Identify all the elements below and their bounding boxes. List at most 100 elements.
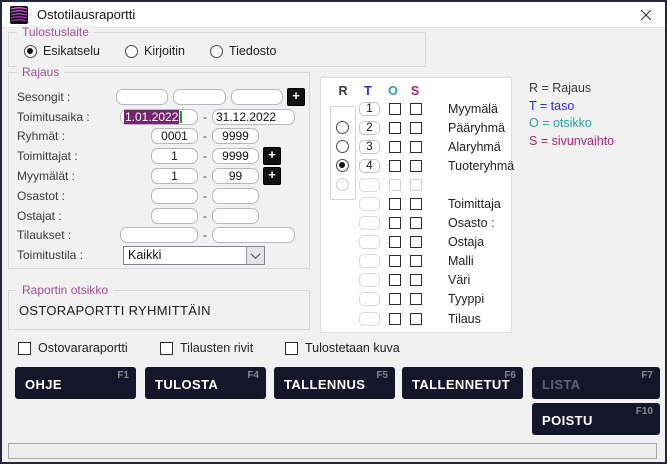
- taso-input[interactable]: [359, 254, 380, 268]
- taso-input[interactable]: [359, 273, 380, 287]
- help-button[interactable]: OHJE F1: [15, 367, 136, 399]
- otsikko-checkbox[interactable]: [389, 141, 401, 153]
- column-header-o: O: [386, 84, 400, 98]
- toimitustila-dropdown[interactable]: Kaikki: [123, 246, 265, 265]
- sivunvaihto-checkbox[interactable]: [410, 217, 422, 229]
- field-label: Toimittajat :: [17, 149, 113, 163]
- dropdown-button[interactable]: [246, 247, 264, 264]
- close-button[interactable]: [635, 5, 657, 25]
- ostotilausraportti-window: Ostotilausraportti Tulostuslaite Esikats…: [0, 0, 667, 464]
- saved-button[interactable]: TALLENNETUT F6: [402, 367, 523, 399]
- sesongit-plus-button[interactable]: +: [287, 88, 305, 106]
- checkbox-tulostetaan-kuva[interactable]: Tulostetaan kuva: [285, 341, 400, 355]
- ryhmat-from-input[interactable]: 0001: [151, 128, 198, 144]
- checkbox-tilausten-rivit[interactable]: Tilausten rivit: [160, 341, 253, 355]
- window-title: Ostotilausraportti: [37, 7, 135, 22]
- radio-option-esikatselu[interactable]: Esikatselu: [24, 44, 100, 58]
- otsikko-checkbox[interactable]: [389, 217, 401, 229]
- output-device-group: Tulostuslaite Esikatselu Kirjoitin Tiedo…: [8, 32, 426, 67]
- taso-input[interactable]: [359, 292, 380, 306]
- otsikko-checkbox[interactable]: [389, 255, 401, 267]
- range-dash: -: [198, 189, 212, 203]
- ostajat-from-input[interactable]: [151, 208, 198, 224]
- ryhmat-to-input[interactable]: 9999: [212, 128, 259, 144]
- taso-input[interactable]: 4: [359, 159, 380, 173]
- myymalat-from-input[interactable]: 1: [151, 168, 198, 184]
- radio-option-tiedosto[interactable]: Tiedosto: [210, 44, 276, 58]
- sivunvaihto-checkbox[interactable]: [410, 160, 422, 172]
- otsikko-checkbox[interactable]: [389, 236, 401, 248]
- sesonki-input-3[interactable]: [231, 89, 283, 105]
- sivunvaihto-checkbox[interactable]: [410, 293, 422, 305]
- field-label: Ostajat :: [17, 209, 113, 223]
- toimittajat-from-input[interactable]: 1: [151, 148, 198, 164]
- sivunvaihto-checkbox[interactable]: [410, 198, 422, 210]
- otsikko-checkbox[interactable]: [389, 313, 401, 325]
- taso-input[interactable]: 3: [359, 140, 380, 154]
- osastot-from-input[interactable]: [151, 188, 198, 204]
- radio-option-kirjoitin[interactable]: Kirjoitin: [125, 44, 185, 58]
- taso-input[interactable]: 1: [359, 102, 380, 116]
- otsikko-checkbox[interactable]: [389, 122, 401, 134]
- checkbox-ostovararaportti[interactable]: Ostovararaportti: [18, 341, 128, 355]
- matrix-row-vari: Väri: [321, 271, 511, 290]
- taso-input[interactable]: [359, 312, 380, 326]
- sivunvaihto-checkbox[interactable]: [410, 313, 422, 325]
- toimitusaika-from-input[interactable]: 1.01.2022: [120, 109, 198, 125]
- toimittajat-plus-button[interactable]: +: [263, 147, 281, 165]
- toimitusaika-to-input[interactable]: 31.12.2022: [212, 109, 295, 125]
- legend: R = Rajaus T = taso O = otsikko S = sivu…: [529, 80, 614, 150]
- rajaus-radio-selected[interactable]: [336, 159, 349, 172]
- matrix-row-label: Ostaja: [448, 235, 484, 249]
- myymalat-to-input[interactable]: 99: [212, 168, 259, 184]
- matrix-row-label: Malli: [448, 254, 474, 268]
- taso-input[interactable]: 2: [359, 121, 380, 135]
- checkbox-icon: [18, 342, 31, 355]
- myymalat-plus-button[interactable]: +: [263, 167, 281, 185]
- print-button[interactable]: TULOSTA F4: [145, 367, 266, 399]
- sesonki-input-1[interactable]: [116, 89, 168, 105]
- matrix-row-tyyppi: Tyyppi: [321, 290, 511, 309]
- checkbox-icon: [160, 342, 173, 355]
- row-ryhmat: Ryhmät : 0001 - 9999: [17, 127, 305, 147]
- exit-button[interactable]: POISTU F10: [532, 403, 660, 435]
- sivunvaihto-checkbox[interactable]: [410, 255, 422, 267]
- tilaukset-from-input[interactable]: [120, 227, 198, 243]
- taso-input[interactable]: [359, 235, 380, 249]
- radio-label: Tiedosto: [229, 44, 276, 58]
- matrix-row-alaryhma: 3 Alaryhmä: [321, 137, 511, 156]
- radio-spacer: [336, 102, 349, 115]
- ostajat-to-input[interactable]: [212, 208, 259, 224]
- sivunvaihto-checkbox[interactable]: [410, 103, 422, 115]
- save-button[interactable]: TALLENNUS F5: [274, 367, 395, 399]
- taso-input-disabled: [359, 178, 380, 192]
- tilaukset-to-input[interactable]: [212, 227, 295, 243]
- sivunvaihto-checkbox[interactable]: [410, 236, 422, 248]
- field-label: Tilaukset :: [17, 228, 113, 242]
- rajaus-radio[interactable]: [336, 121, 349, 134]
- taso-input[interactable]: [359, 216, 380, 230]
- rajaus-radio[interactable]: [336, 140, 349, 153]
- sivunvaihto-checkbox[interactable]: [410, 274, 422, 286]
- output-device-group-title: Tulostuslaite: [17, 25, 94, 39]
- sivunvaihto-checkbox[interactable]: [410, 141, 422, 153]
- matrix-row-label: Osasto :: [448, 216, 495, 230]
- otsikko-checkbox[interactable]: [389, 198, 401, 210]
- osastot-to-input[interactable]: [212, 188, 259, 204]
- report-title-group: Raportin otsikko OSTORAPORTTI RYHMITTÄIN: [8, 290, 310, 330]
- chevron-down-icon: [251, 249, 261, 259]
- checkbox-label: Ostovararaportti: [38, 341, 128, 355]
- taso-input[interactable]: [359, 197, 380, 211]
- legend-otsikko: O = otsikko: [529, 115, 614, 133]
- fkey-label: F1: [117, 370, 129, 381]
- otsikko-checkbox[interactable]: [389, 103, 401, 115]
- sivunvaihto-checkbox[interactable]: [410, 122, 422, 134]
- otsikko-checkbox[interactable]: [389, 274, 401, 286]
- otsikko-checkbox[interactable]: [389, 293, 401, 305]
- radio-spacer: [336, 217, 349, 230]
- otsikko-checkbox[interactable]: [389, 160, 401, 172]
- button-label: LISTA: [542, 377, 581, 392]
- rajaus-radio-disabled: [336, 178, 349, 191]
- sesonki-input-2[interactable]: [173, 89, 225, 105]
- toimittajat-to-input[interactable]: 9999: [212, 148, 259, 164]
